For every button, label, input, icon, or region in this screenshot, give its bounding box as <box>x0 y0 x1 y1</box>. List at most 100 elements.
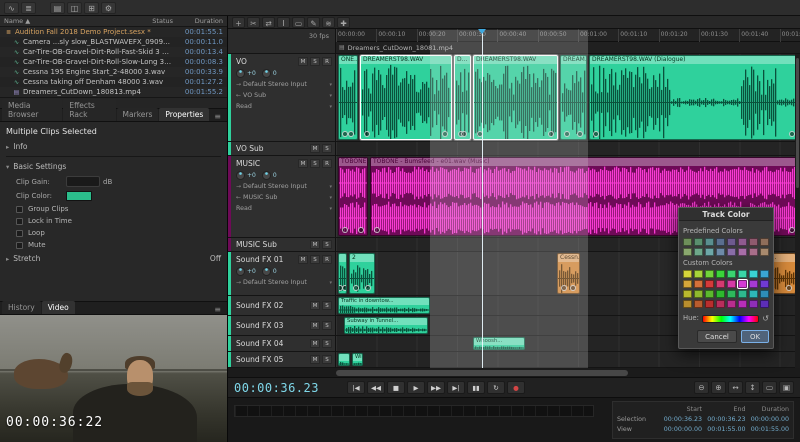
color-swatch[interactable] <box>683 238 692 246</box>
track-name[interactable]: MUSIC Sub <box>236 240 308 249</box>
solo-button[interactable]: S <box>310 255 320 264</box>
track-color-tab[interactable] <box>228 156 231 237</box>
fade-out-handle[interactable] <box>365 285 371 291</box>
pause-button[interactable]: ▮▮ <box>467 381 485 394</box>
color-swatch[interactable] <box>727 300 736 308</box>
marquee-tool-icon[interactable]: ▭ <box>292 17 305 28</box>
solo-button[interactable]: S <box>310 57 320 66</box>
color-swatch[interactable] <box>716 270 725 278</box>
view-duration[interactable]: 00:01:55.00 <box>746 426 790 433</box>
track-header-sound-fx-05[interactable]: Sound FX 05MS <box>228 352 336 368</box>
track-name[interactable]: Sound FX 01 <box>236 255 296 264</box>
pan-knob[interactable] <box>262 69 271 78</box>
playhead-marker-icon[interactable] <box>478 29 486 34</box>
clip-color-swatch[interactable] <box>66 191 92 201</box>
track-header-sound-fx-02[interactable]: Sound FX 02MS <box>228 296 336 316</box>
files-column-header[interactable]: Name ▲ Status Duration <box>0 16 227 27</box>
track-input-row[interactable]: →Default Stereo Input▾ <box>236 277 332 288</box>
color-swatch[interactable] <box>760 238 769 246</box>
track-header-sound-fx-01[interactable]: Sound FX 01MSR+00→Default Stereo Input▾ <box>228 252 336 296</box>
track-color-tab[interactable] <box>228 54 231 141</box>
waveform-editor-icon[interactable]: ∿ <box>4 2 19 14</box>
track-input-row[interactable]: →Default Stereo Input▾ <box>236 181 332 192</box>
color-swatch[interactable] <box>694 290 703 298</box>
vertical-scrollbar[interactable] <box>795 54 800 368</box>
color-swatch[interactable] <box>716 238 725 246</box>
color-swatch[interactable] <box>694 238 703 246</box>
color-swatch[interactable] <box>694 280 703 288</box>
column-name[interactable]: Name ▲ <box>4 17 137 25</box>
color-swatch[interactable] <box>683 248 692 256</box>
color-swatch[interactable] <box>727 280 736 288</box>
fade-in-handle[interactable] <box>561 285 567 291</box>
track-output-row[interactable]: ←VO Sub▾ <box>236 90 332 101</box>
tab-media-browser[interactable]: Media Browser <box>2 99 62 121</box>
track-header-sound-fx-04[interactable]: Sound FX 04MS <box>228 336 336 352</box>
fade-in-handle[interactable] <box>374 227 380 233</box>
clip[interactable] <box>338 253 347 294</box>
fade-out-handle[interactable] <box>442 131 448 137</box>
info-section-header[interactable]: ▸ Info <box>6 142 221 151</box>
track-lane[interactable]: ONE...DREAMERST98.WAVD...DREAMERST98.WAV… <box>336 54 800 142</box>
color-swatch[interactable] <box>683 300 692 308</box>
track-color-tab[interactable] <box>228 252 231 295</box>
color-swatch[interactable] <box>749 238 758 246</box>
volume-knob[interactable] <box>236 171 245 180</box>
pan-knob[interactable] <box>262 267 271 276</box>
solo-button[interactable]: S <box>322 355 332 364</box>
time-selection-tool-icon[interactable]: I <box>277 17 290 28</box>
checkbox-mute[interactable]: Mute <box>16 241 221 249</box>
move-tool-icon[interactable]: + <box>232 17 245 28</box>
basic-settings-header[interactable]: ▾ Basic Settings <box>6 162 221 171</box>
color-swatch[interactable] <box>716 300 725 308</box>
volume-knob[interactable] <box>236 267 245 276</box>
solo-button[interactable]: S <box>310 159 320 168</box>
tab-video[interactable]: Video <box>42 301 75 314</box>
mute-button[interactable]: M <box>298 57 308 66</box>
playhead[interactable] <box>482 29 483 368</box>
mute-button[interactable]: M <box>310 321 320 330</box>
view-start[interactable]: 00:00:00.00 <box>659 426 703 433</box>
color-swatch[interactable] <box>705 290 714 298</box>
track-output[interactable]: VO Sub <box>243 92 327 99</box>
file-row[interactable]: ≣Audition Fall 2018 Demo Project.sesx *0… <box>0 27 227 37</box>
color-swatch[interactable] <box>760 290 769 298</box>
color-swatch[interactable] <box>705 270 714 278</box>
track-output-row[interactable]: ←MUSIC Sub▾ <box>236 192 332 203</box>
track-name[interactable]: Sound FX 02 <box>236 301 308 310</box>
track-header-sound-fx-03[interactable]: Sound FX 03MS <box>228 316 336 336</box>
record-button[interactable]: ● <box>507 381 525 394</box>
track-input[interactable]: Default Stereo Input <box>243 81 327 88</box>
heal-tool-icon[interactable]: ✚ <box>337 17 350 28</box>
clip-gain-input[interactable] <box>66 176 100 187</box>
clip[interactable]: Subway in Tunnel... <box>344 317 428 334</box>
zoom-vertical-icon[interactable]: ↕ <box>745 381 760 394</box>
solo-button[interactable]: S <box>322 339 332 348</box>
zoom-selection-icon[interactable]: ▣ <box>779 381 794 394</box>
automation-mode-row[interactable]: Read▾ <box>236 203 332 214</box>
loop-button[interactable]: ↻ <box>487 381 505 394</box>
solo-button[interactable]: S <box>322 144 332 153</box>
color-swatch[interactable] <box>760 270 769 278</box>
horizontal-scrollbar[interactable] <box>228 368 800 378</box>
file-row[interactable]: ∿Camera ...sly slow_BLASTWAVEFX_09092 48… <box>0 37 227 47</box>
fade-in-handle[interactable] <box>364 131 370 137</box>
track-name[interactable]: Sound FX 05 <box>236 355 308 364</box>
track-name[interactable]: Sound FX 03 <box>236 321 308 330</box>
solo-button[interactable]: S <box>322 321 332 330</box>
automation-mode[interactable]: Read <box>236 103 327 110</box>
fade-out-handle[interactable] <box>548 131 554 137</box>
clip[interactable]: TOBONE... <box>338 157 368 236</box>
track-name[interactable]: VO Sub <box>236 144 308 153</box>
mute-button[interactable]: M <box>310 355 320 364</box>
tab-markers[interactable]: Markers <box>117 108 159 121</box>
track-name[interactable]: VO <box>236 57 296 66</box>
hue-slider[interactable] <box>702 315 759 323</box>
fade-out-handle[interactable] <box>577 131 583 137</box>
color-swatch[interactable] <box>749 270 758 278</box>
panels-icon[interactable]: ◫ <box>67 2 82 14</box>
color-swatch[interactable] <box>738 290 747 298</box>
razor-tool-icon[interactable]: ✂ <box>247 17 260 28</box>
fade-out-handle[interactable] <box>348 131 354 137</box>
zoom-in-icon[interactable]: ⊕ <box>711 381 726 394</box>
